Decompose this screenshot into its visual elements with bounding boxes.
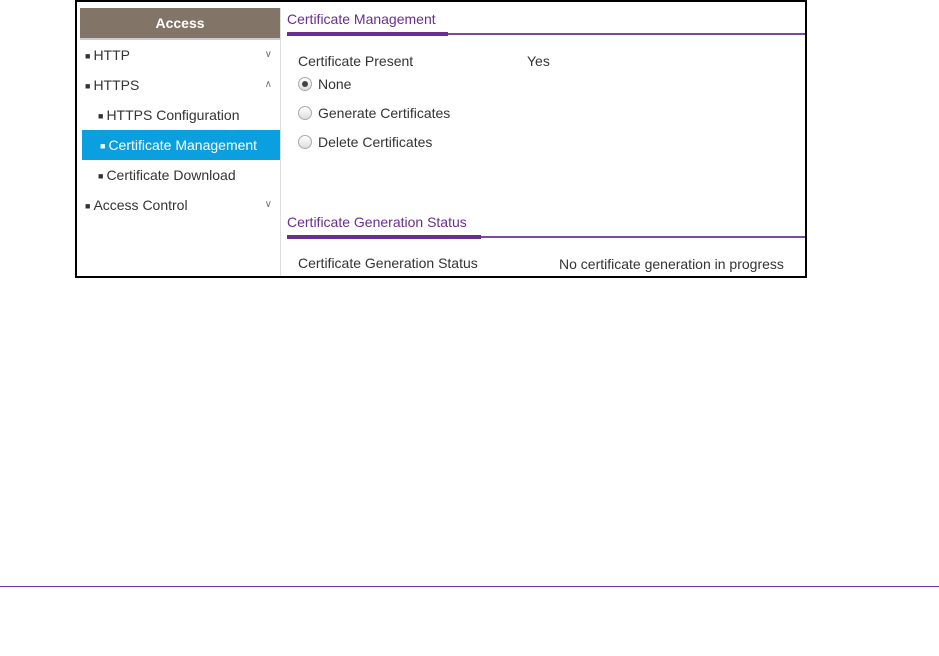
certificate-present-value: Yes	[527, 53, 550, 69]
chevron-up-icon: ∧	[264, 79, 272, 90]
sidebar-title: Access	[80, 8, 280, 40]
access-panel: Access ■ HTTP ∨ ■ HTTPS ∧ ■ HTTPS Configurati…	[75, 0, 807, 278]
certificate-present-label: Certificate Present	[298, 53, 414, 69]
radio-label: None	[318, 76, 352, 92]
sidebar-item-label: Access Control	[93, 197, 188, 213]
bullet-icon: ■	[85, 81, 91, 92]
bullet-icon: ■	[85, 51, 91, 62]
section-title-generation-status: Certificate Generation Status	[287, 214, 467, 230]
bullet-icon: ■	[85, 201, 91, 212]
sidebar: Access ■ HTTP ∨ ■ HTTPS ∧ ■ HTTPS Configurati…	[80, 8, 281, 276]
section-divider	[287, 235, 805, 239]
bullet-icon: ■	[100, 141, 106, 152]
generation-status-value: No certificate generation in progress	[559, 256, 784, 272]
section-title-certificate-management: Certificate Management	[287, 11, 436, 27]
radio-label: Delete Certificates	[318, 134, 433, 150]
sidebar-item-label: HTTP	[93, 47, 130, 63]
sidebar-item-http[interactable]: ■ HTTP ∨	[80, 40, 280, 70]
sidebar-item-https[interactable]: ■ HTTPS ∧	[80, 70, 280, 100]
radio-icon[interactable]	[298, 106, 312, 120]
radio-selected-icon[interactable]	[298, 77, 312, 91]
radio-none[interactable]: None	[298, 76, 351, 92]
generation-status-label: Certificate Generation Status	[298, 255, 478, 271]
section-divider	[287, 32, 805, 36]
chevron-down-icon: ∨	[264, 199, 272, 210]
bullet-icon: ■	[98, 111, 104, 122]
radio-delete-certificates[interactable]: Delete Certificates	[298, 134, 432, 150]
chevron-down-icon: ∨	[264, 49, 272, 60]
bullet-icon: ■	[98, 171, 104, 182]
sidebar-item-label: HTTPS	[93, 77, 140, 93]
sidebar-item-label: Certificate Download	[106, 167, 236, 183]
radio-generate-certificates[interactable]: Generate Certificates	[298, 105, 450, 121]
sidebar-item-certificate-management[interactable]: ■ Certificate Management	[82, 130, 280, 160]
main-content: Certificate Management Certificate Prese…	[287, 2, 805, 276]
page-divider	[0, 586, 939, 587]
sidebar-item-access-control[interactable]: ■ Access Control ∨	[80, 190, 280, 220]
radio-label: Generate Certificates	[318, 105, 451, 121]
sidebar-item-certificate-download[interactable]: ■ Certificate Download	[80, 160, 280, 190]
radio-icon[interactable]	[298, 135, 312, 149]
sidebar-item-https-configuration[interactable]: ■ HTTPS Configuration	[80, 100, 280, 130]
sidebar-item-label: HTTPS Configuration	[106, 107, 240, 123]
sidebar-item-label: Certificate Management	[108, 137, 258, 153]
